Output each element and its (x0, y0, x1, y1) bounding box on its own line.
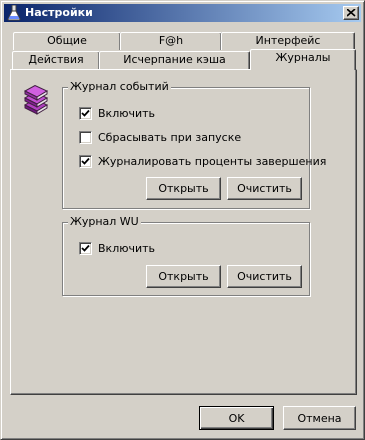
event-log-clear-button[interactable]: Очистить (227, 177, 302, 200)
title-bar[interactable]: Настройки (4, 4, 361, 22)
books-icon (23, 84, 49, 118)
window-title: Настройки (25, 6, 93, 19)
checkbox-box[interactable] (79, 242, 92, 255)
close-button[interactable] (343, 6, 359, 20)
event-log-title: Журнал событий (68, 80, 171, 94)
checkmark-icon (81, 157, 90, 165)
tab-interface[interactable]: Интерфейс (221, 32, 355, 50)
wu-log-title: Журнал WU (68, 215, 141, 229)
wu-log-group: Журнал WU Включить Открыть Очистить (62, 215, 310, 296)
wu-log-clear-button[interactable]: Очистить (227, 265, 302, 288)
reset-on-start-label: Сбрасывать при запуске (98, 131, 242, 144)
checkmark-icon (81, 244, 90, 252)
event-log-open-button[interactable]: Открыть (146, 177, 221, 200)
settings-dialog: Настройки Общие F@h Интерфейс Действия И… (0, 0, 365, 440)
close-icon (347, 9, 356, 17)
wu-log-enable-label: Включить (98, 242, 156, 255)
tab-general[interactable]: Общие (13, 32, 121, 50)
tab-actions[interactable]: Действия (12, 51, 100, 69)
event-log-enable-label: Включить (98, 107, 156, 120)
event-log-group: Журнал событий Включить Сбрасывать при з… (62, 80, 326, 209)
checkbox-box[interactable] (79, 107, 92, 120)
wu-log-open-button[interactable]: Открыть (146, 265, 221, 288)
log-percent-complete-label: Журналировать проценты завершения (98, 155, 327, 168)
tab-fah[interactable]: F@h (120, 32, 222, 50)
ok-button[interactable]: OK (199, 406, 274, 430)
checkbox-box[interactable] (79, 131, 92, 144)
checkbox-box[interactable] (79, 155, 92, 168)
app-flask-icon (7, 4, 21, 21)
tab-logs[interactable]: Журналы (250, 49, 356, 70)
cancel-button[interactable]: Отмена (283, 406, 356, 430)
tab-cache-exhaustion[interactable]: Исчерпание кэша (99, 51, 250, 69)
checkmark-icon (81, 109, 90, 117)
